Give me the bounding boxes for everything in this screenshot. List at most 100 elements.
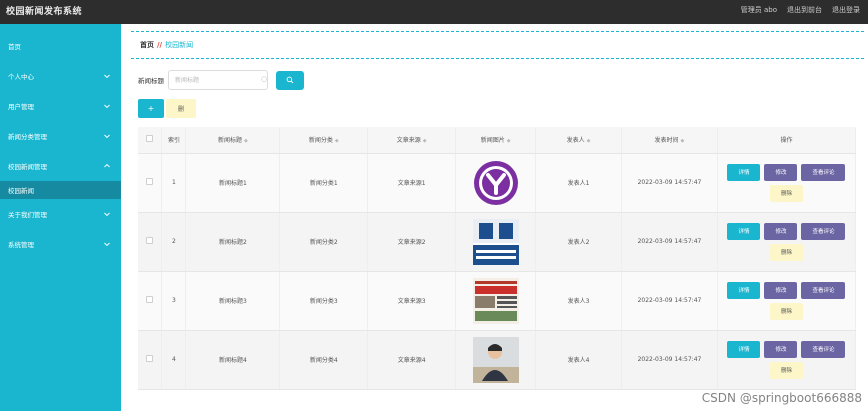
sidebar-item-personal-center[interactable]: 个人中心 <box>0 61 121 91</box>
sidebar-item-system-management[interactable]: 系统管理 <box>0 229 121 259</box>
cell-index: 2 <box>161 212 187 272</box>
view-button[interactable]: 详情 <box>727 222 761 240</box>
col-time[interactable]: 发表时间 ◆ <box>621 127 718 154</box>
delete-button[interactable]: 删除 <box>769 243 803 261</box>
cell-time: 2022-03-09 14:57:47 <box>621 153 718 213</box>
table-row: 4 新闻标题4 新闻分类4 文章来源4 发表人4 2022-03-09 14:5… <box>138 330 857 390</box>
table-row: 1 新闻标题1 新闻分类1 文章来源1 发表人1 2022-03-09 14:5… <box>138 153 857 213</box>
chevron-down-icon <box>103 240 111 248</box>
add-button[interactable]: + <box>138 99 164 118</box>
cell-operations: 详情 修改 查看评论 删除 <box>717 330 857 390</box>
cell-time: 2022-03-09 14:57:47 <box>621 271 718 331</box>
cell-source: 文章来源2 <box>367 212 457 272</box>
cell-category: 新闻分类1 <box>279 153 369 213</box>
sidebar-item-about-management[interactable]: 关于我们管理 <box>0 199 121 229</box>
sort-icon[interactable]: ◆ <box>423 138 427 144</box>
chevron-down-icon <box>103 210 111 218</box>
cell-title: 新闻标题2 <box>185 212 281 272</box>
view-comments-button[interactable]: 查看评论 <box>801 340 846 358</box>
col-image[interactable]: 新闻图片 ◆ <box>455 127 537 154</box>
cell-source: 文章来源4 <box>367 330 457 390</box>
cell-image <box>455 330 537 390</box>
cell-source: 文章来源1 <box>367 153 457 213</box>
view-button[interactable]: 详情 <box>727 163 761 181</box>
col-title[interactable]: 新闻标题 ◆ <box>185 127 281 154</box>
cell-index: 1 <box>161 153 187 213</box>
cell-author: 发表人1 <box>535 153 623 213</box>
row-checkbox[interactable] <box>146 237 154 244</box>
breadcrumb-home[interactable]: 首页 <box>140 40 154 50</box>
watermark: CSDN @springboot666888 <box>701 391 862 405</box>
select-all-checkbox[interactable] <box>146 135 154 143</box>
view-comments-button[interactable]: 查看评论 <box>801 281 846 299</box>
breadcrumb: 首页 // 校园新闻 <box>140 40 193 50</box>
sidebar-item-user-management[interactable]: 用户管理 <box>0 91 121 121</box>
edit-button[interactable]: 修改 <box>764 222 798 240</box>
news-poster-image <box>472 218 519 265</box>
col-category[interactable]: 新闻分类 ◆ <box>279 127 369 154</box>
view-button[interactable]: 详情 <box>727 340 761 358</box>
col-source[interactable]: 文章来源 ◆ <box>367 127 457 154</box>
sidebar: 首页 个人中心 用户管理 新闻分类管理 校园新闻管理 校园新闻 关于我们管理 系… <box>0 24 121 411</box>
col-index: 索引 <box>161 127 187 154</box>
sidebar-item-home[interactable]: 首页 <box>0 31 121 61</box>
cell-category: 新闻分类3 <box>279 271 369 331</box>
view-comments-button[interactable]: 查看评论 <box>801 222 846 240</box>
sidebar-item-label: 新闻分类管理 <box>8 133 47 141</box>
chevron-down-icon <box>103 102 111 110</box>
cell-operations: 详情 修改 查看评论 删除 <box>717 212 857 272</box>
sort-icon[interactable]: ◆ <box>335 138 339 144</box>
view-button[interactable]: 详情 <box>727 281 761 299</box>
row-checkbox[interactable] <box>146 355 154 362</box>
view-comments-button[interactable]: 查看评论 <box>801 163 846 181</box>
sidebar-item-label: 系统管理 <box>8 241 34 249</box>
sort-icon[interactable]: ◆ <box>244 138 248 144</box>
table-header-row: 索引 新闻标题 ◆ 新闻分类 ◆ 文章来源 ◆ 新闻图片 ◆ 发表人 ◆ 发表时间 ◆ 操作 <box>138 127 857 154</box>
logout-link[interactable]: 退出登录 <box>832 5 860 15</box>
row-checkbox[interactable] <box>146 296 154 303</box>
table-row: 3 新闻标题3 新闻分类3 文章来源3 发表人3 2022-03-09 14:5… <box>138 271 857 331</box>
sort-icon[interactable]: ◆ <box>587 138 591 144</box>
sort-icon[interactable]: ◆ <box>681 138 685 144</box>
sidebar-item-category-management[interactable]: 新闻分类管理 <box>0 121 121 151</box>
edit-button[interactable]: 修改 <box>764 340 798 358</box>
cell-time: 2022-03-09 14:57:47 <box>621 330 718 390</box>
edit-button[interactable]: 修改 <box>764 281 798 299</box>
row-checkbox[interactable] <box>146 178 154 185</box>
sidebar-item-label: 校园新闻管理 <box>8 163 47 171</box>
action-row: + 删 <box>138 99 196 118</box>
sidebar-item-label: 关于我们管理 <box>8 211 47 219</box>
search-input[interactable] <box>168 70 268 90</box>
cell-operations: 详情 修改 查看评论 删除 <box>717 271 857 331</box>
cell-image <box>455 153 537 213</box>
delete-button[interactable]: 删除 <box>769 361 803 379</box>
cell-category: 新闻分类2 <box>279 212 369 272</box>
current-user[interactable]: 管理员 abo <box>741 5 777 15</box>
news-table: 索引 新闻标题 ◆ 新闻分类 ◆ 文章来源 ◆ 新闻图片 ◆ 发表人 ◆ 发表时间 ◆ 操作… <box>138 127 857 390</box>
sort-icon[interactable]: ◆ <box>507 138 511 144</box>
cell-index: 4 <box>161 330 187 390</box>
batch-delete-button[interactable]: 删 <box>166 99 196 118</box>
cell-image <box>455 212 537 272</box>
cell-title: 新闻标题4 <box>185 330 281 390</box>
sidebar-item-news-management[interactable]: 校园新闻管理 <box>0 151 121 181</box>
delete-button[interactable]: 删除 <box>769 184 803 202</box>
newspaper-image <box>472 277 519 324</box>
sidebar-item-label: 个人中心 <box>8 73 34 81</box>
top-bar: 校园新闻发布系统 管理员 abo 退出到前台 退出登录 <box>0 0 868 24</box>
delete-button[interactable]: 删除 <box>769 302 803 320</box>
table-row: 2 新闻标题2 新闻分类2 文章来源2 发表人2 2022-03-09 14:5… <box>138 212 857 272</box>
edit-button[interactable]: 修改 <box>764 163 798 181</box>
search-row: 新闻标题 ○ <box>138 70 304 90</box>
search-label: 新闻标题 <box>138 77 164 85</box>
search-button[interactable] <box>276 70 304 90</box>
chevron-up-icon <box>103 162 111 170</box>
col-author[interactable]: 发表人 ◆ <box>535 127 623 154</box>
yahoo-logo-image <box>473 160 518 205</box>
cell-title: 新闻标题1 <box>185 153 281 213</box>
select-all-cell[interactable] <box>138 127 163 154</box>
sidebar-item-label: 用户管理 <box>8 103 34 111</box>
goto-frontend-link[interactable]: 退出到前台 <box>787 5 822 15</box>
sidebar-item-campus-news[interactable]: 校园新闻 <box>0 181 121 199</box>
clear-icon[interactable]: ○ <box>261 76 268 83</box>
